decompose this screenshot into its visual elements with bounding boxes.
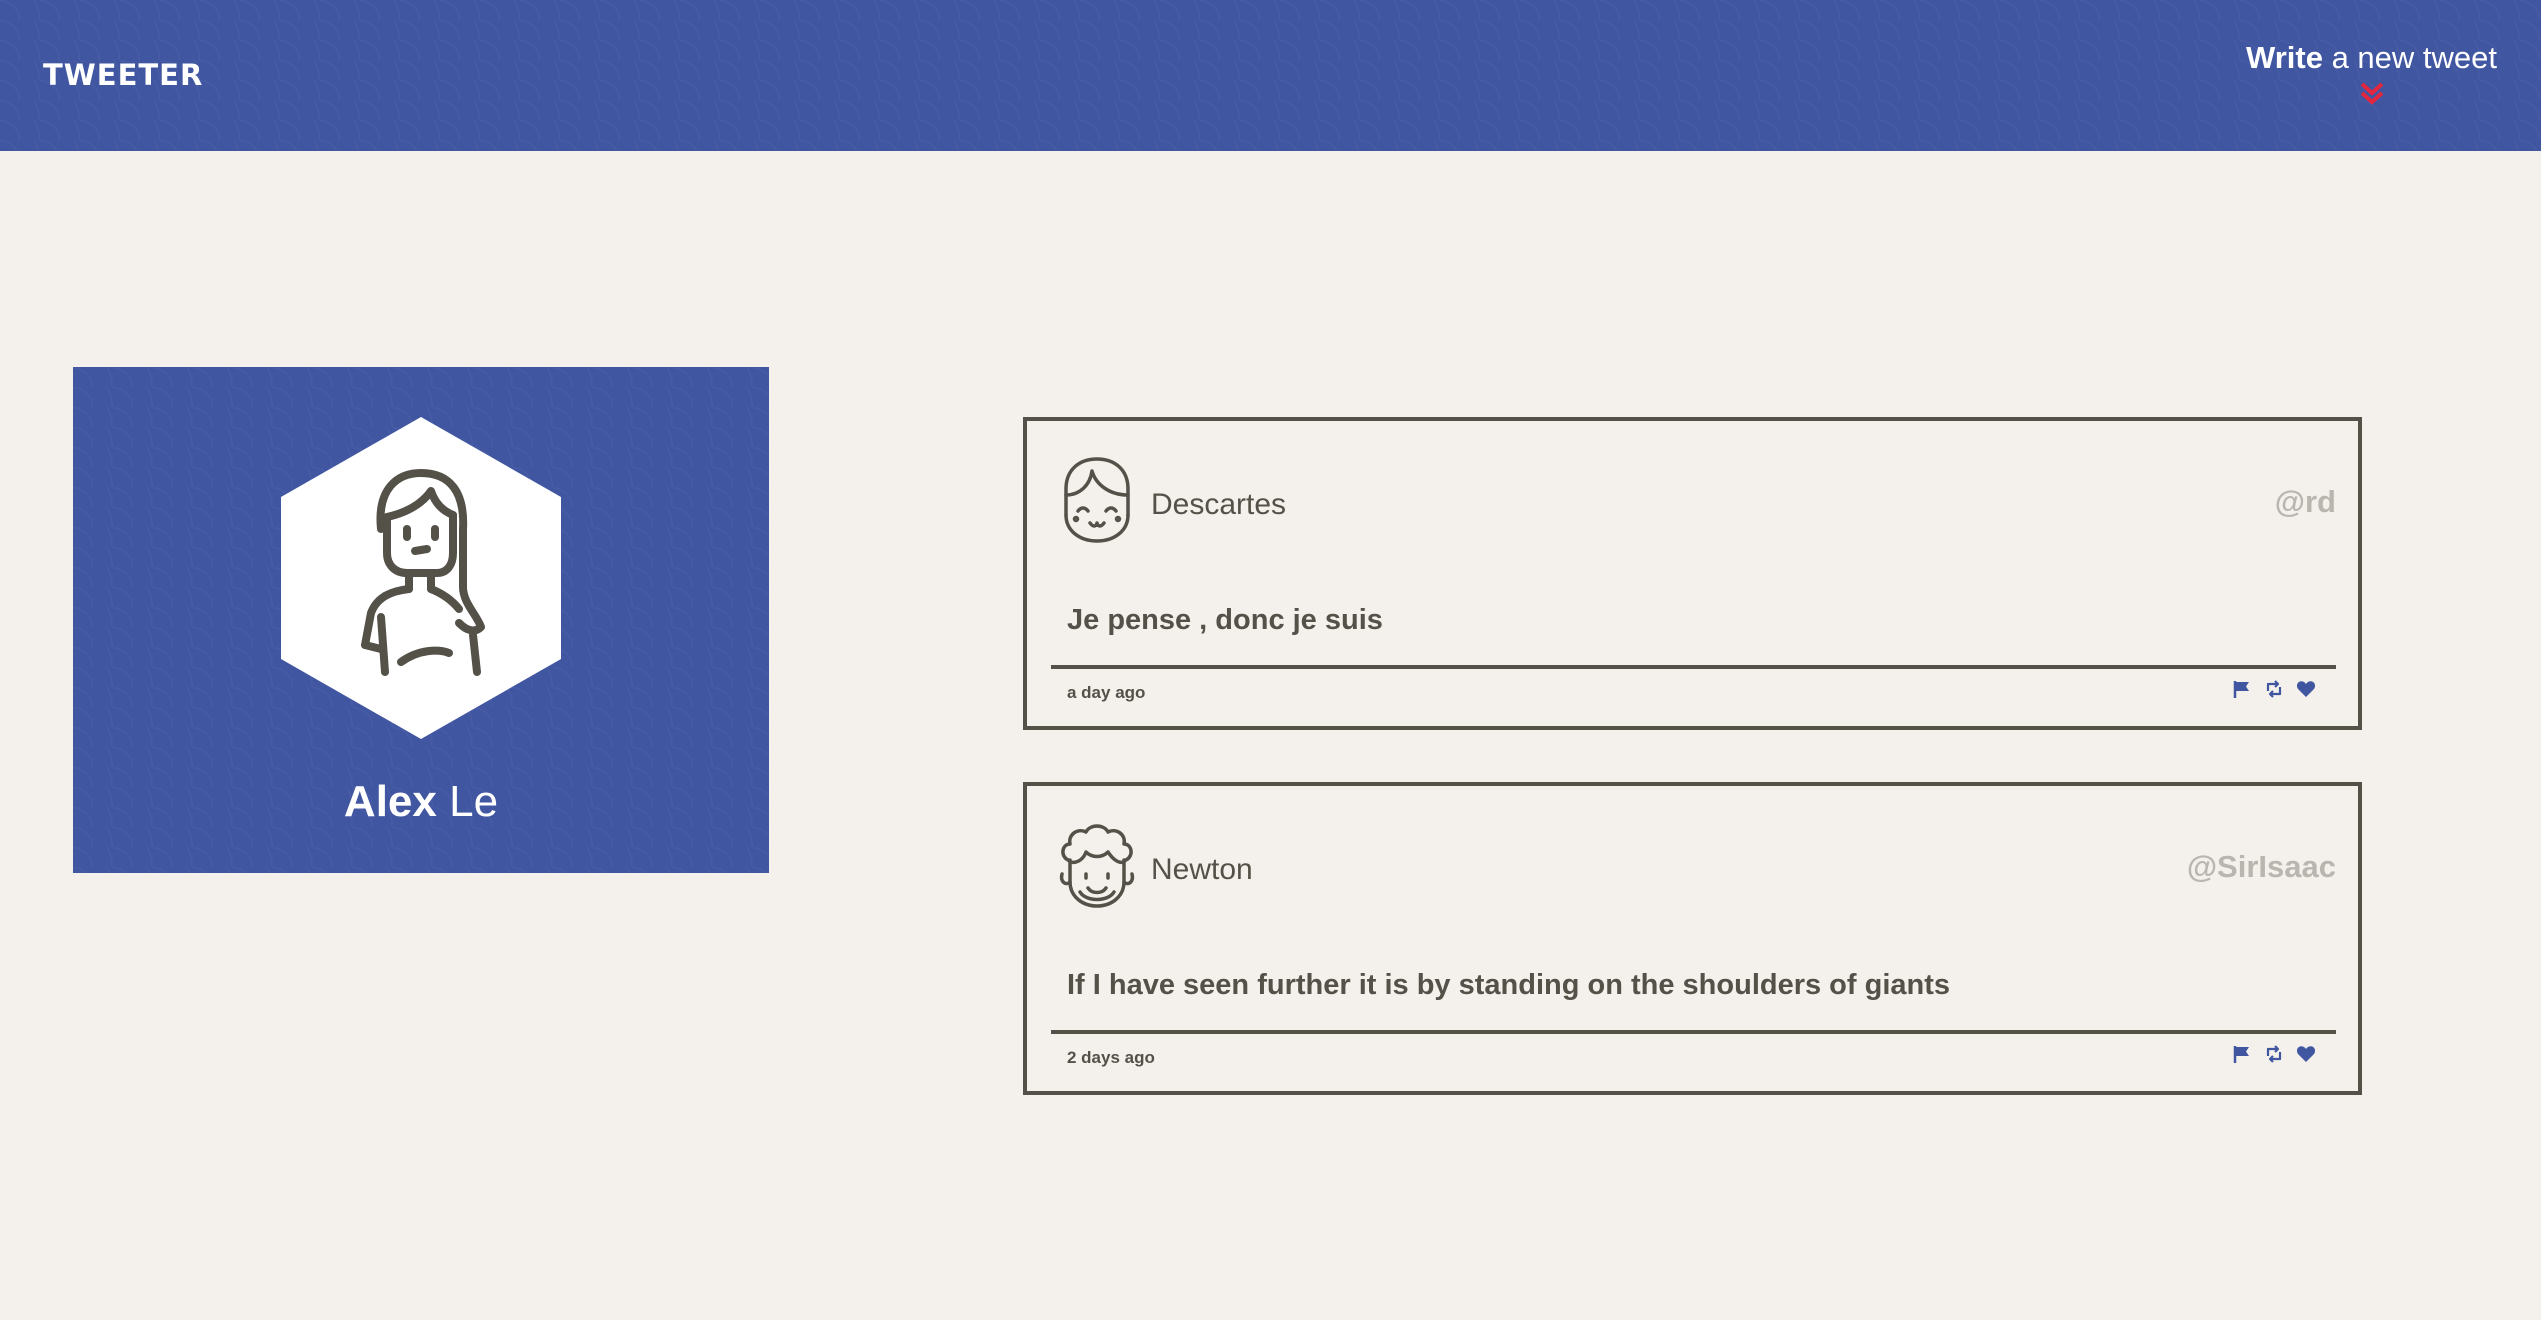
tweet-timestamp: a day ago <box>1067 683 1146 702</box>
double-chevron-down-icon[interactable] <box>2357 80 2387 108</box>
compose-label-strong: Write <box>2246 40 2323 75</box>
flag-icon[interactable] <box>2232 679 2252 699</box>
heart-icon[interactable] <box>2296 1044 2316 1064</box>
write-new-tweet-button[interactable]: Write a new tweet <box>2246 40 2497 108</box>
profile-card: Alex Le <box>73 367 769 873</box>
compose-label-rest: a new tweet <box>2322 40 2497 75</box>
tweet-content: If I have seen further it is by standing… <box>1067 969 1951 1001</box>
tweet-actions <box>2232 679 2316 699</box>
profile-name: Alex Le <box>73 777 769 827</box>
tweet-author-name: Newton <box>1151 853 1253 886</box>
profile-avatar <box>281 417 561 739</box>
tweet-author-handle[interactable]: @rd <box>2275 484 2336 520</box>
tweet-card: Newton @SirIsaac If I have seen further … <box>1023 782 2362 1095</box>
tweet-card: Descartes @rd Je pense , donc je suis a … <box>1023 417 2362 730</box>
flag-icon[interactable] <box>2232 1044 2252 1064</box>
top-nav: TWEETER Write a new tweet <box>0 0 2541 151</box>
tweet-divider <box>1051 665 2336 669</box>
retweet-icon[interactable] <box>2264 679 2284 699</box>
retweet-icon[interactable] <box>2264 1044 2284 1064</box>
heart-icon[interactable] <box>2296 679 2316 699</box>
tweet-timestamp: 2 days ago <box>1067 1048 1155 1067</box>
brand-logo[interactable]: TWEETER <box>43 58 203 92</box>
tweet-author-name: Descartes <box>1151 488 1287 521</box>
tweet-content: Je pense , donc je suis <box>1067 604 1383 636</box>
tweet-author-handle[interactable]: @SirIsaac <box>2187 849 2336 885</box>
tweet-actions <box>2232 1044 2316 1064</box>
profile-last-name: Le <box>449 777 499 826</box>
girl-avatar-icon <box>1064 457 1130 543</box>
tweet-divider <box>1051 1030 2336 1034</box>
profile-first-name: Alex <box>343 777 437 826</box>
curly-hair-avatar-icon <box>1059 824 1135 908</box>
